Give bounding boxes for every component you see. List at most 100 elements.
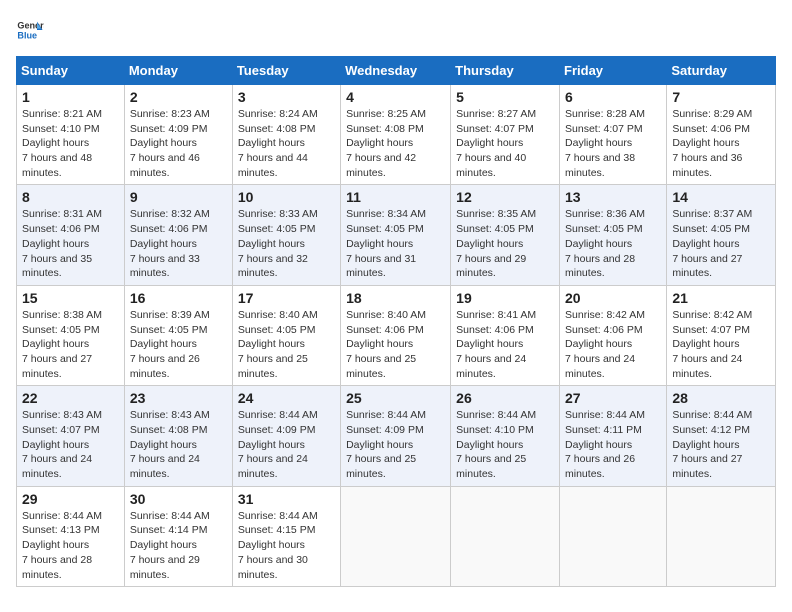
sunset-label: Sunset: 4:08 PM <box>238 123 316 135</box>
daylight-label: Daylight hours <box>130 338 197 350</box>
day-number: 31 <box>238 491 335 507</box>
sunrise-label: Sunrise: 8:31 AM <box>22 208 102 220</box>
day-number: 27 <box>565 390 661 406</box>
day-number: 16 <box>130 290 227 306</box>
calendar-cell: 30 Sunrise: 8:44 AM Sunset: 4:14 PM Dayl… <box>124 486 232 586</box>
calendar-cell: 23 Sunrise: 8:43 AM Sunset: 4:08 PM Dayl… <box>124 386 232 486</box>
sunrise-label: Sunrise: 8:43 AM <box>130 409 210 421</box>
daylight-value: 7 hours and 33 minutes. <box>130 253 200 280</box>
daylight-value: 7 hours and 25 minutes. <box>346 353 416 380</box>
daylight-label: Daylight hours <box>22 439 89 451</box>
calendar-cell: 8 Sunrise: 8:31 AM Sunset: 4:06 PM Dayli… <box>17 185 125 285</box>
day-info: Sunrise: 8:44 AM Sunset: 4:15 PM Dayligh… <box>238 509 335 582</box>
sunset-label: Sunset: 4:05 PM <box>238 223 316 235</box>
sunrise-label: Sunrise: 8:29 AM <box>672 108 752 120</box>
calendar-cell: 13 Sunrise: 8:36 AM Sunset: 4:05 PM Dayl… <box>560 185 667 285</box>
sunrise-label: Sunrise: 8:44 AM <box>346 409 426 421</box>
sunset-label: Sunset: 4:06 PM <box>22 223 100 235</box>
day-number: 12 <box>456 189 554 205</box>
daylight-label: Daylight hours <box>346 137 413 149</box>
day-number: 23 <box>130 390 227 406</box>
sunset-label: Sunset: 4:08 PM <box>346 123 424 135</box>
day-number: 21 <box>672 290 770 306</box>
sunrise-label: Sunrise: 8:25 AM <box>346 108 426 120</box>
daylight-value: 7 hours and 26 minutes. <box>565 453 635 480</box>
sunrise-label: Sunrise: 8:42 AM <box>672 309 752 321</box>
daylight-label: Daylight hours <box>565 439 632 451</box>
day-number: 17 <box>238 290 335 306</box>
page-header: General Blue <box>16 16 776 44</box>
sunrise-label: Sunrise: 8:44 AM <box>456 409 536 421</box>
sunrise-label: Sunrise: 8:32 AM <box>130 208 210 220</box>
daylight-label: Daylight hours <box>565 137 632 149</box>
calendar-cell: 19 Sunrise: 8:41 AM Sunset: 4:06 PM Dayl… <box>451 285 560 385</box>
day-info: Sunrise: 8:38 AM Sunset: 4:05 PM Dayligh… <box>22 308 119 381</box>
daylight-label: Daylight hours <box>238 137 305 149</box>
sunset-label: Sunset: 4:05 PM <box>346 223 424 235</box>
calendar-week-1: 1 Sunrise: 8:21 AM Sunset: 4:10 PM Dayli… <box>17 85 776 185</box>
day-number: 9 <box>130 189 227 205</box>
sunrise-label: Sunrise: 8:44 AM <box>565 409 645 421</box>
daylight-value: 7 hours and 35 minutes. <box>22 253 92 280</box>
daylight-label: Daylight hours <box>565 338 632 350</box>
day-number: 22 <box>22 390 119 406</box>
sunset-label: Sunset: 4:07 PM <box>22 424 100 436</box>
daylight-value: 7 hours and 30 minutes. <box>238 554 308 581</box>
calendar-cell: 6 Sunrise: 8:28 AM Sunset: 4:07 PM Dayli… <box>560 85 667 185</box>
sunrise-label: Sunrise: 8:44 AM <box>130 510 210 522</box>
day-info: Sunrise: 8:39 AM Sunset: 4:05 PM Dayligh… <box>130 308 227 381</box>
day-info: Sunrise: 8:34 AM Sunset: 4:05 PM Dayligh… <box>346 207 445 280</box>
sunset-label: Sunset: 4:06 PM <box>565 324 643 336</box>
daylight-label: Daylight hours <box>672 137 739 149</box>
day-number: 26 <box>456 390 554 406</box>
sunset-label: Sunset: 4:10 PM <box>22 123 100 135</box>
daylight-value: 7 hours and 31 minutes. <box>346 253 416 280</box>
daylight-label: Daylight hours <box>22 539 89 551</box>
calendar-cell <box>451 486 560 586</box>
day-info: Sunrise: 8:24 AM Sunset: 4:08 PM Dayligh… <box>238 107 335 180</box>
daylight-label: Daylight hours <box>238 238 305 250</box>
day-number: 28 <box>672 390 770 406</box>
weekday-header-sunday: Sunday <box>17 57 125 85</box>
sunrise-label: Sunrise: 8:21 AM <box>22 108 102 120</box>
day-info: Sunrise: 8:44 AM Sunset: 4:09 PM Dayligh… <box>346 408 445 481</box>
calendar-cell: 25 Sunrise: 8:44 AM Sunset: 4:09 PM Dayl… <box>341 386 451 486</box>
calendar-cell: 21 Sunrise: 8:42 AM Sunset: 4:07 PM Dayl… <box>667 285 776 385</box>
sunrise-label: Sunrise: 8:39 AM <box>130 309 210 321</box>
day-info: Sunrise: 8:40 AM Sunset: 4:05 PM Dayligh… <box>238 308 335 381</box>
daylight-value: 7 hours and 28 minutes. <box>565 253 635 280</box>
day-info: Sunrise: 8:40 AM Sunset: 4:06 PM Dayligh… <box>346 308 445 381</box>
calendar-cell: 26 Sunrise: 8:44 AM Sunset: 4:10 PM Dayl… <box>451 386 560 486</box>
sunrise-label: Sunrise: 8:41 AM <box>456 309 536 321</box>
day-info: Sunrise: 8:44 AM Sunset: 4:12 PM Dayligh… <box>672 408 770 481</box>
calendar-cell: 24 Sunrise: 8:44 AM Sunset: 4:09 PM Dayl… <box>232 386 340 486</box>
daylight-value: 7 hours and 24 minutes. <box>130 453 200 480</box>
day-number: 18 <box>346 290 445 306</box>
sunset-label: Sunset: 4:09 PM <box>238 424 316 436</box>
calendar-week-3: 15 Sunrise: 8:38 AM Sunset: 4:05 PM Dayl… <box>17 285 776 385</box>
daylight-value: 7 hours and 46 minutes. <box>130 152 200 179</box>
daylight-label: Daylight hours <box>456 238 523 250</box>
sunset-label: Sunset: 4:05 PM <box>130 324 208 336</box>
day-info: Sunrise: 8:28 AM Sunset: 4:07 PM Dayligh… <box>565 107 661 180</box>
calendar-cell: 27 Sunrise: 8:44 AM Sunset: 4:11 PM Dayl… <box>560 386 667 486</box>
calendar-cell <box>341 486 451 586</box>
daylight-label: Daylight hours <box>22 338 89 350</box>
daylight-value: 7 hours and 28 minutes. <box>22 554 92 581</box>
daylight-label: Daylight hours <box>130 539 197 551</box>
svg-text:Blue: Blue <box>17 30 37 40</box>
sunrise-label: Sunrise: 8:33 AM <box>238 208 318 220</box>
day-number: 6 <box>565 89 661 105</box>
calendar-week-2: 8 Sunrise: 8:31 AM Sunset: 4:06 PM Dayli… <box>17 185 776 285</box>
calendar-cell: 20 Sunrise: 8:42 AM Sunset: 4:06 PM Dayl… <box>560 285 667 385</box>
calendar-cell: 1 Sunrise: 8:21 AM Sunset: 4:10 PM Dayli… <box>17 85 125 185</box>
calendar-cell: 3 Sunrise: 8:24 AM Sunset: 4:08 PM Dayli… <box>232 85 340 185</box>
calendar-cell: 28 Sunrise: 8:44 AM Sunset: 4:12 PM Dayl… <box>667 386 776 486</box>
daylight-value: 7 hours and 42 minutes. <box>346 152 416 179</box>
sunrise-label: Sunrise: 8:44 AM <box>238 409 318 421</box>
day-info: Sunrise: 8:44 AM Sunset: 4:14 PM Dayligh… <box>130 509 227 582</box>
day-info: Sunrise: 8:25 AM Sunset: 4:08 PM Dayligh… <box>346 107 445 180</box>
calendar-cell: 12 Sunrise: 8:35 AM Sunset: 4:05 PM Dayl… <box>451 185 560 285</box>
sunset-label: Sunset: 4:07 PM <box>672 324 750 336</box>
daylight-label: Daylight hours <box>565 238 632 250</box>
